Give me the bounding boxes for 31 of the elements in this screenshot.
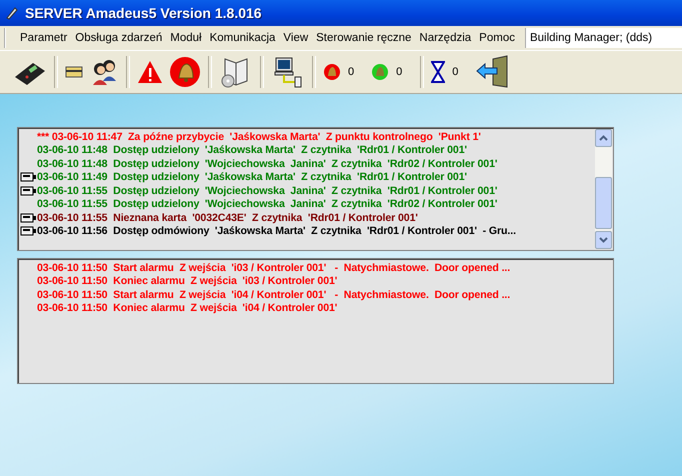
event-entry: 03-06-10 11:48 Dostęp udzielony 'Jaśkowska Marta' Z czytnika 'Rdr01 / Kontroler 001': [37, 144, 467, 156]
alarm-entry: 03-06-10 11:50 Koniec alarmu Z wejścia 'i03 / Kontroler 001': [37, 275, 338, 288]
event-entry: 03-06-10 11:55 Dostęp udzielony 'Wojciechowska Janina' Z czytnika 'Rdr02 / Kontroler 001': [37, 198, 498, 210]
event-entry: 03-06-10 11:56 Dostęp odmówiony 'Jaśkowska Marta' Z czytnika 'Rdr01 / Kontroler 001' - Gru...: [37, 225, 516, 238]
scrollbar-thumb[interactable]: [595, 177, 612, 229]
app-icon: [4, 5, 20, 21]
scroll-down-button[interactable]: [595, 231, 612, 249]
scroll-up-button[interactable]: [595, 129, 612, 147]
menu-item[interactable]: View: [279, 32, 312, 44]
event-entry: 03-06-10 11:55 Nieznana karta '0032C43E' Z czytnika 'Rdr01 / Kontroler 001': [37, 212, 418, 224]
event-entry: 03-06-10 11:48 Dostęp udzielony 'Wojciechowska Janina' Z czytnika 'Rdr02 / Kontroler 001': [37, 158, 498, 170]
menu-item[interactable]: Narzędzia: [415, 32, 476, 44]
user-field: Building Manager; (dds): [524, 28, 682, 48]
menu-item[interactable]: Sterowanie ręczne: [312, 32, 416, 44]
event-entry: 03-06-10 11:49 Dostęp udzielony 'Jaśkowska Marta' Z czytnika 'Rdr01 / Kontroler 001': [37, 171, 467, 184]
pending-count: 0: [452, 66, 458, 78]
menu-item[interactable]: Pomoc: [475, 32, 519, 44]
menu-item[interactable]: Obsługa zdarzeń: [71, 32, 166, 44]
menu-item[interactable]: Komunikacja: [206, 32, 280, 44]
event-entry: 03-06-10 11:55 Dostęp udzielony 'Wojciechowska Janina' Z czytnika 'Rdr01 / Kontroler 001': [37, 184, 498, 197]
chevron-up-icon: [599, 135, 608, 141]
menu-item[interactable]: Moduł: [166, 32, 206, 44]
menu-item[interactable]: Parametr: [16, 32, 72, 44]
alarm-entry: 03-06-10 11:50 Start alarmu Z wejścia 'i03 / Kontroler 001' - Natychmiastowe. Door opened ...: [37, 262, 510, 274]
event-entry: *** 03-06-10 11:47 Za późne przybycie 'Jaśkowska Marta' Z punktu kontrolnego 'Punkt 1': [37, 130, 481, 143]
acknowledged-count: 0: [396, 66, 402, 78]
chevron-down-icon: [599, 237, 608, 243]
alarm-entry: 03-06-10 11:50 Start alarmu Z wejścia 'i04 / Kontroler 001' - Natychmiastowe. Door opened ...: [37, 288, 510, 301]
window-title: SERVER Amadeus5 Version 1.8.016: [25, 5, 262, 21]
alarm-entry: 03-06-10 11:50 Koniec alarmu Z wejścia 'i04 / Kontroler 001': [37, 302, 338, 314]
alarm-count: 0: [348, 66, 354, 78]
